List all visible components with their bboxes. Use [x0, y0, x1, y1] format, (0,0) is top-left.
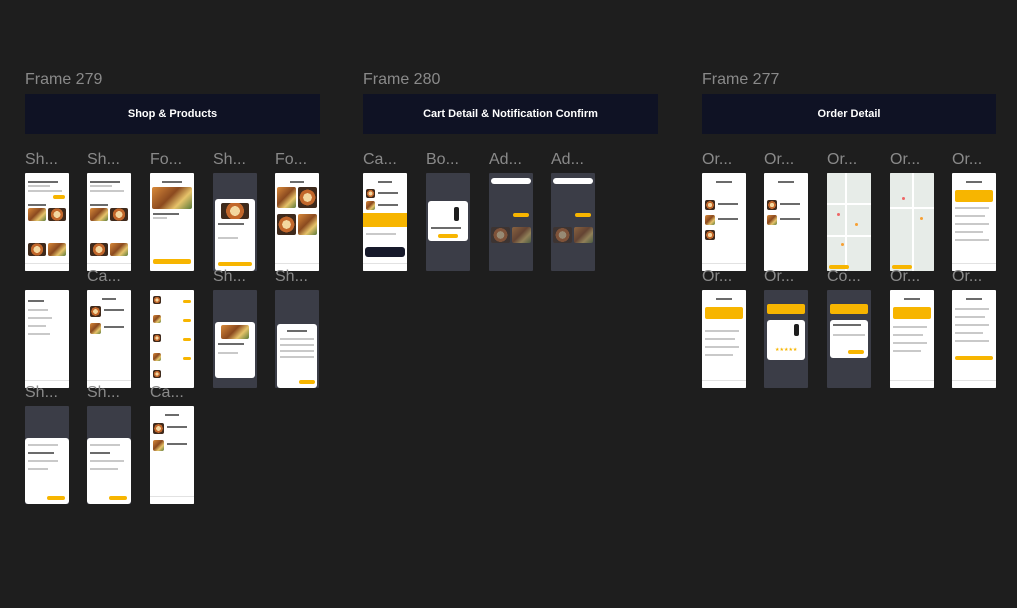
screen-thumbnail-map[interactable] — [827, 173, 871, 271]
screen-thumbnail-order[interactable] — [702, 173, 746, 271]
screen-label[interactable]: Bo... — [426, 151, 476, 169]
screen-thumbnail-order-detail[interactable] — [702, 290, 746, 388]
screen-thumbnail-dropdown[interactable] — [25, 406, 69, 504]
screen-label[interactable]: Co... — [827, 268, 877, 286]
screen-label[interactable]: Sh... — [275, 268, 325, 286]
screen-label[interactable]: Or... — [764, 268, 814, 286]
screen-label[interactable]: Sh... — [25, 151, 75, 169]
frame-277-label[interactable]: Frame 277 — [702, 71, 779, 89]
frame-280-banner[interactable]: Cart Detail & Notification Confirm — [363, 94, 658, 134]
screen-thumbnail-add[interactable] — [551, 173, 595, 271]
frame-279-banner[interactable]: Shop & Products — [25, 94, 320, 134]
screen-label[interactable]: Fo... — [150, 151, 200, 169]
screen-thumbnail-modal[interactable] — [213, 290, 257, 388]
screen-thumbnail-list[interactable] — [150, 290, 194, 388]
design-canvas[interactable]: { "frames": [ {"label": "Frame 279", "ti… — [0, 0, 1017, 608]
screen-label[interactable]: Or... — [764, 151, 814, 169]
screen-thumbnail-map[interactable] — [890, 173, 934, 271]
screen-thumbnail-order-detail[interactable] — [952, 290, 996, 388]
screen-thumbnail-notification[interactable] — [426, 173, 470, 271]
screen-label[interactable]: Sh... — [87, 384, 137, 402]
screen-label[interactable]: Ca... — [87, 268, 137, 286]
screen-thumbnail-order-detail[interactable] — [952, 173, 996, 271]
screen-thumbnail-order[interactable] — [764, 173, 808, 271]
screen-thumbnail-form[interactable] — [87, 406, 131, 504]
screen-thumbnail-shop[interactable] — [87, 173, 131, 271]
screen-label[interactable]: Ca... — [363, 151, 413, 169]
screen-thumbnail-food-grid[interactable] — [275, 173, 319, 271]
screen-label[interactable]: Or... — [890, 268, 940, 286]
screen-thumbnail-calendar[interactable] — [275, 290, 319, 388]
frame-279-label[interactable]: Frame 279 — [25, 71, 102, 89]
screen-thumbnail-add[interactable] — [489, 173, 533, 271]
screen-label[interactable]: Sh... — [25, 384, 75, 402]
screen-thumbnail-settings[interactable] — [25, 290, 69, 388]
screen-label[interactable]: Or... — [952, 268, 1002, 286]
screen-thumbnail-comment[interactable] — [827, 290, 871, 388]
screen-thumbnail-order-detail[interactable] — [890, 290, 934, 388]
screen-label[interactable]: Or... — [827, 151, 877, 169]
screen-thumbnail-cart[interactable] — [150, 406, 194, 504]
screen-label[interactable]: Sh... — [87, 151, 137, 169]
screen-thumbnail-rating[interactable]: ★★★★★ — [764, 290, 808, 388]
screen-label[interactable]: Or... — [702, 151, 752, 169]
screen-thumbnail-cart[interactable] — [87, 290, 131, 388]
screen-label[interactable]: Sh... — [213, 268, 263, 286]
screen-thumbnail-shop[interactable] — [25, 173, 69, 271]
frame-277-banner[interactable]: Order Detail — [702, 94, 996, 134]
screen-thumbnail-cart-detail[interactable] — [363, 173, 407, 271]
frame-280-label[interactable]: Frame 280 — [363, 71, 440, 89]
screen-label[interactable]: Or... — [890, 151, 940, 169]
screen-label[interactable]: Or... — [702, 268, 752, 286]
screen-thumbnail-food[interactable] — [150, 173, 194, 271]
screen-label[interactable]: Or... — [952, 151, 1002, 169]
screen-label[interactable]: Sh... — [213, 151, 263, 169]
screen-label[interactable]: Ad... — [489, 151, 539, 169]
screen-label[interactable]: Ca... — [150, 384, 200, 402]
screen-label[interactable]: Fo... — [275, 151, 325, 169]
screen-label[interactable]: Ad... — [551, 151, 601, 169]
screen-thumbnail-shop-modal[interactable] — [213, 173, 257, 271]
